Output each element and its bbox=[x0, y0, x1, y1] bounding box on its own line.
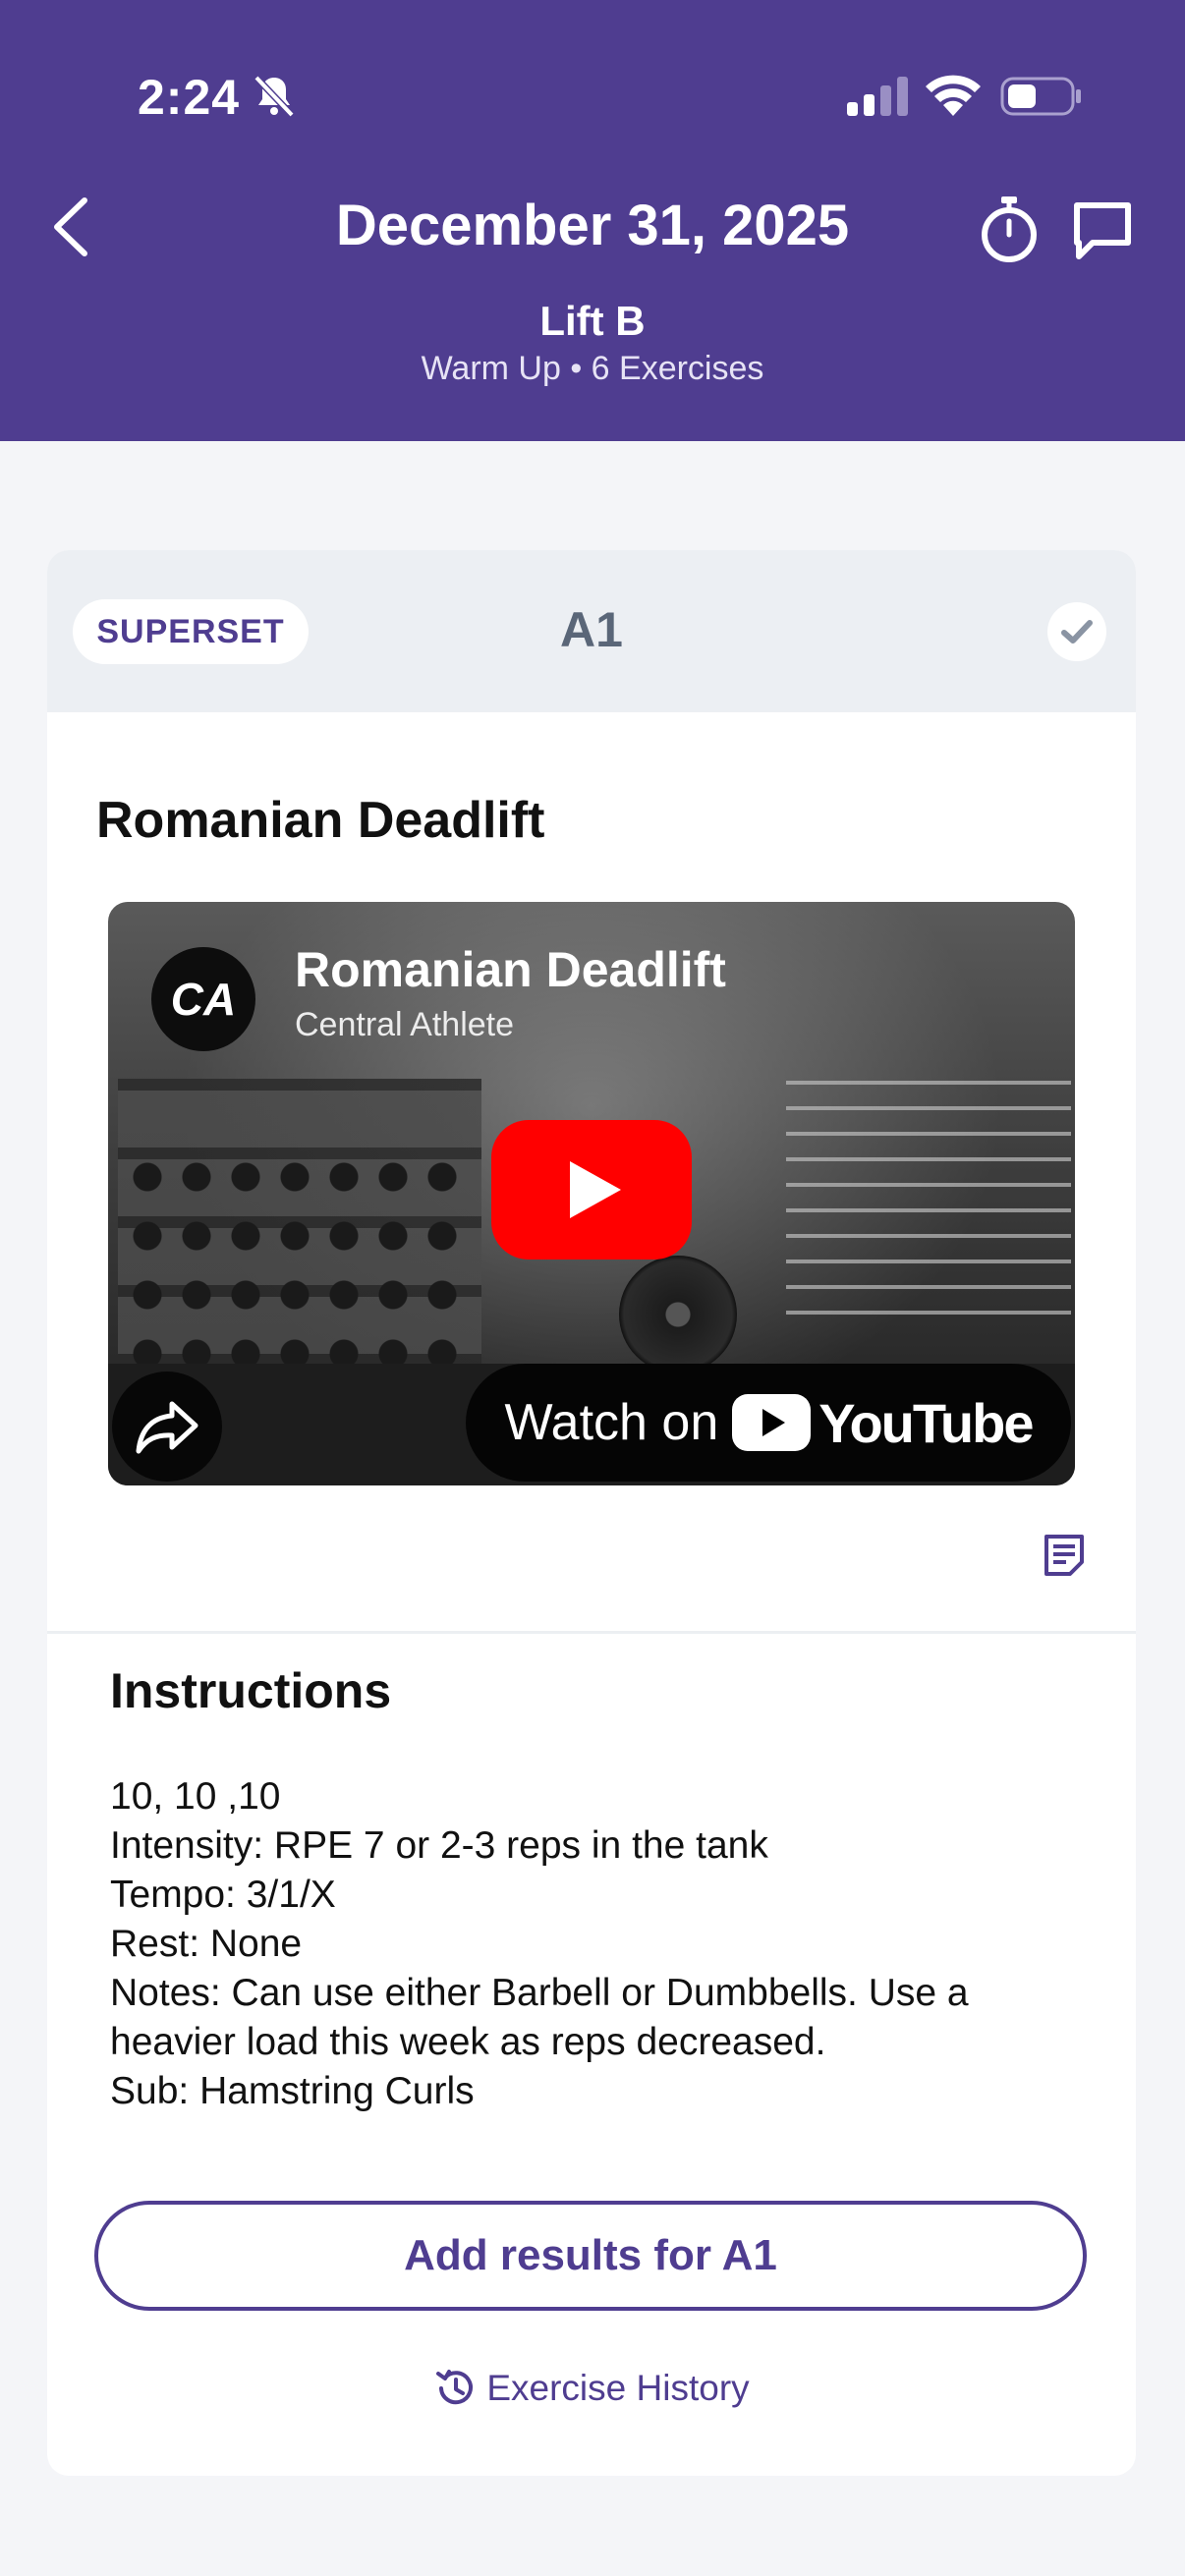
add-results-button[interactable]: Add results for A1 bbox=[94, 2201, 1087, 2311]
exercise-code-label: A1 bbox=[560, 602, 623, 657]
workout-title: Lift B bbox=[539, 298, 646, 344]
instruction-line: 10, 10 ,10 bbox=[110, 1775, 281, 1818]
instruction-line: heavier load this week as reps decreased… bbox=[110, 2021, 826, 2063]
exercise-history-label: Exercise History bbox=[486, 2368, 750, 2408]
youtube-wordmark: YouTube bbox=[818, 1391, 1034, 1454]
cellular-signal-icon bbox=[847, 77, 908, 116]
chat-icon[interactable] bbox=[1071, 199, 1134, 262]
wifi-icon bbox=[926, 75, 981, 116]
exercise-history-link[interactable]: Exercise History bbox=[47, 2366, 1136, 2411]
video-player[interactable]: CA Romanian Deadlift Central Athlete Wat… bbox=[108, 902, 1075, 1485]
exercise-name: Romanian Deadlift bbox=[96, 792, 545, 849]
app-header: 2:24 December 31, 2025 Lift B Warm Up • … bbox=[0, 0, 1185, 441]
workout-subtitle: Warm Up • 6 Exercises bbox=[421, 350, 764, 387]
instructions-heading: Instructions bbox=[110, 1663, 392, 1718]
video-channel-name: Central Athlete bbox=[295, 1006, 515, 1043]
instruction-line: Sub: Hamstring Curls bbox=[110, 2070, 475, 2112]
status-time: 2:24 bbox=[138, 70, 241, 125]
share-arrow-icon bbox=[136, 1401, 198, 1454]
history-clock-icon bbox=[436, 2370, 474, 2405]
youtube-logo-icon bbox=[732, 1394, 812, 1451]
share-button[interactable] bbox=[112, 1372, 222, 1482]
video-thumbnail-plate bbox=[619, 1256, 737, 1373]
instruction-line: Tempo: 3/1/X bbox=[110, 1874, 336, 1916]
bell-muted-icon bbox=[254, 75, 295, 118]
notes-icon[interactable] bbox=[1043, 1533, 1086, 1578]
watch-on-label: Watch on bbox=[504, 1394, 719, 1451]
instructions-text: 10, 10 ,10 Intensity: RPE 7 or 2-3 reps … bbox=[110, 1772, 1093, 2116]
watch-on-youtube-button[interactable]: Watch on YouTube bbox=[466, 1364, 1071, 1482]
card-header: SUPERSET A1 bbox=[47, 550, 1136, 712]
play-button-icon[interactable] bbox=[491, 1120, 692, 1260]
stopwatch-icon[interactable] bbox=[978, 195, 1041, 263]
checkmark-icon bbox=[1061, 620, 1093, 644]
instruction-line: Intensity: RPE 7 or 2-3 reps in the tank bbox=[110, 1824, 768, 1867]
video-thumbnail-wall-bars bbox=[786, 1059, 1071, 1315]
instruction-line: Notes: Can use either Barbell or Dumbbel… bbox=[110, 1972, 969, 2014]
battery-icon bbox=[1000, 77, 1081, 116]
channel-logo[interactable]: CA bbox=[151, 947, 255, 1051]
complete-check-button[interactable] bbox=[1047, 602, 1106, 661]
exercise-card: SUPERSET A1 Romanian Deadlift CA Romania… bbox=[47, 550, 1136, 2476]
video-title[interactable]: Romanian Deadlift bbox=[295, 941, 726, 998]
instruction-line: Rest: None bbox=[110, 1923, 303, 1965]
video-thumbnail-kettlebells bbox=[128, 1157, 472, 1373]
section-divider bbox=[47, 1631, 1136, 1634]
